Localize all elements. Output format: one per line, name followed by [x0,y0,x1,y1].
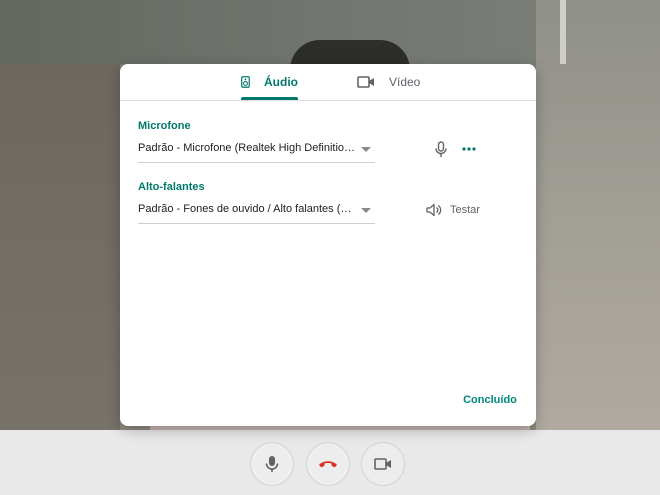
mic-toggle-button[interactable] [250,442,294,486]
tab-video-label: Vídeo [389,75,421,89]
dropdown-arrow-icon [361,147,371,152]
videocam-icon [374,458,391,470]
done-button[interactable]: Concluído [458,390,522,410]
hang-up-icon [319,461,337,468]
speakers-select[interactable]: Padrão - Fones de ouvido / Alto falantes… [138,199,375,224]
hang-up-button[interactable] [306,442,350,486]
speakers-select-value: Padrão - Fones de ouvido / Alto falantes… [138,203,356,215]
microphone-select[interactable]: Padrão - Microfone (Realtek High Definit… [138,138,375,163]
speaker-device-icon [241,76,250,88]
speakers-section-label: Alto-falantes [138,181,205,193]
videocam-icon [357,76,374,88]
microphone-test-button[interactable] [430,138,452,160]
settings-tabs: Áudio Vídeo [120,64,536,101]
tab-audio[interactable]: Áudio [241,64,298,100]
background-door [0,64,120,430]
volume-icon [426,203,442,217]
speakers-test-button[interactable]: Testar [426,200,480,220]
mic-icon [435,140,447,157]
mic-icon [265,456,279,472]
microphone-select-value: Padrão - Microfone (Realtek High Definit… [138,142,356,154]
tab-video[interactable]: Vídeo [357,64,421,100]
more-horizontal-icon [462,147,476,151]
more-options-button[interactable] [458,138,480,160]
tab-audio-label: Áudio [264,75,298,89]
background-corner [560,0,566,64]
active-tab-indicator [241,97,298,100]
camera-toggle-button[interactable] [361,442,405,486]
background-wall-right [536,0,660,430]
dropdown-arrow-icon [361,208,371,213]
speakers-test-label: Testar [450,204,480,216]
microphone-section-label: Microfone [138,120,191,132]
settings-dialog: Áudio Vídeo Microfone Padrão - Microfone… [120,64,536,426]
